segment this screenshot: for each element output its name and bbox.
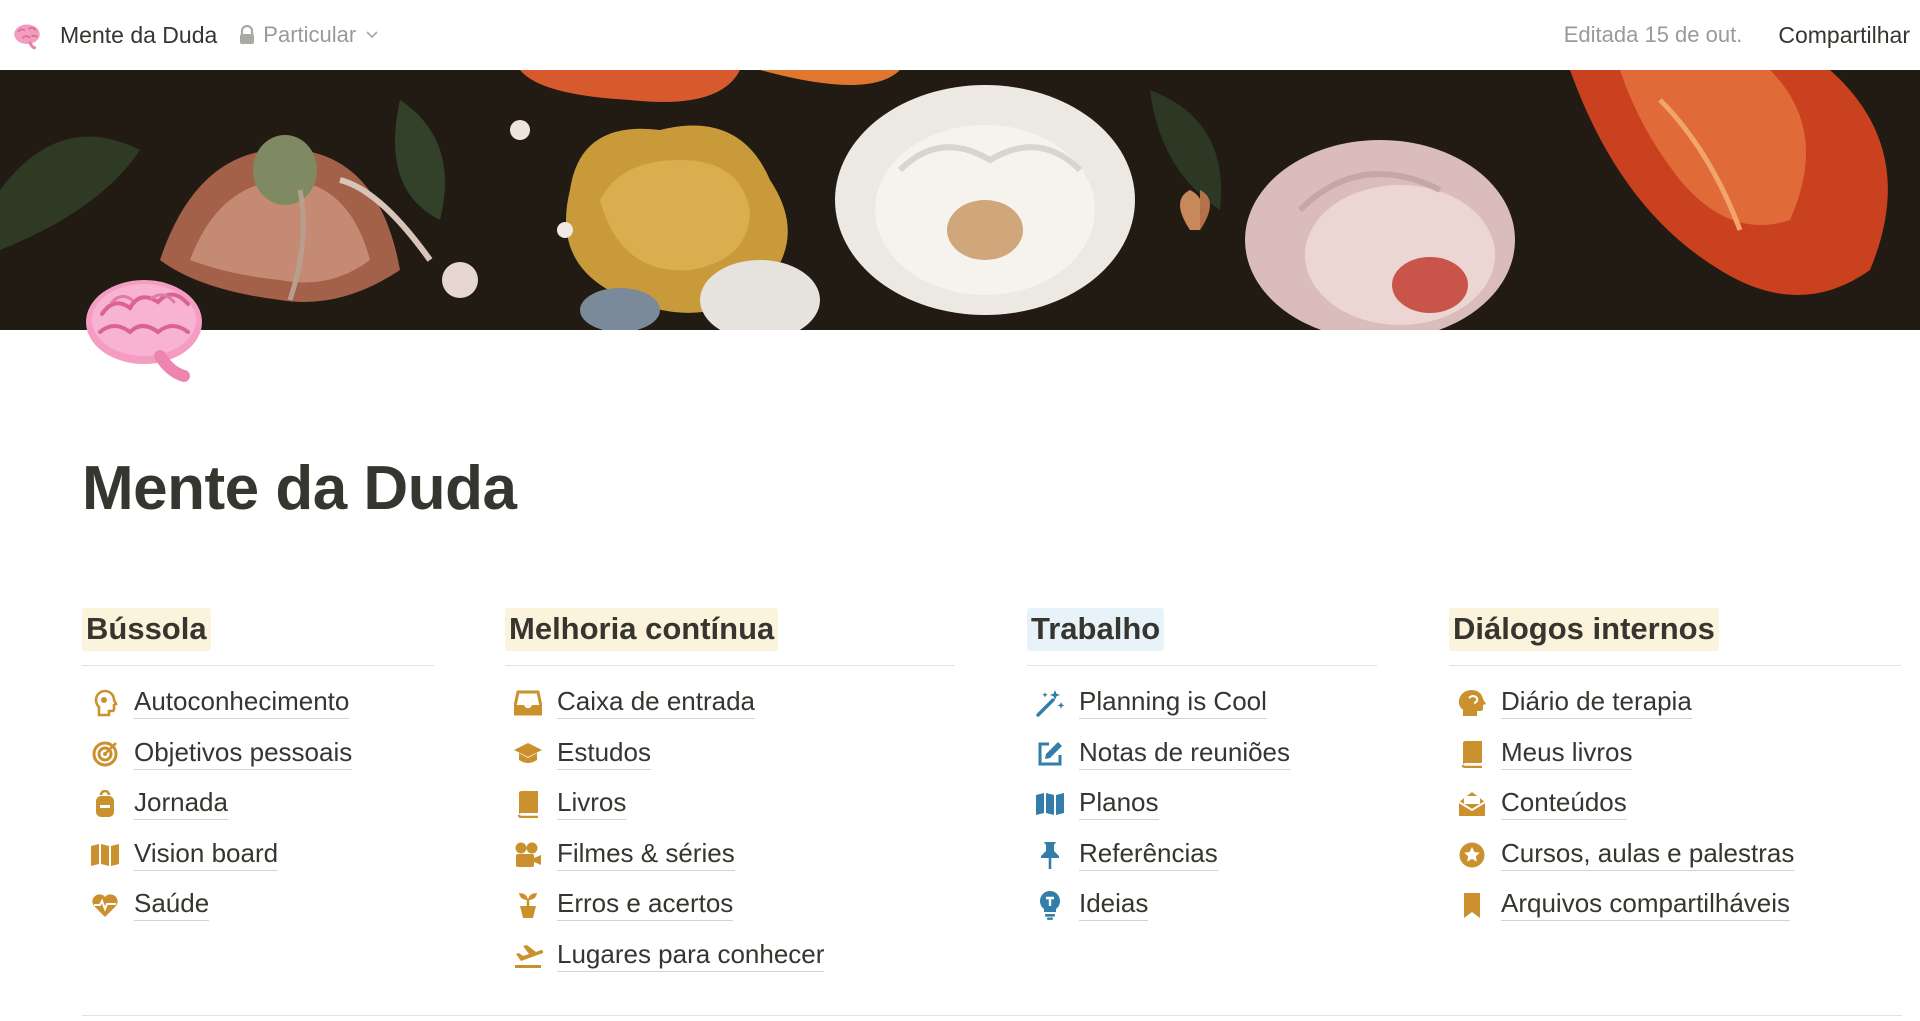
link-filmes-series[interactable]: Filmes & séries bbox=[505, 830, 955, 881]
divider bbox=[82, 664, 434, 666]
link-objetivos-pessoais[interactable]: Objetivos pessoais bbox=[82, 728, 434, 779]
page-brain-icon[interactable] bbox=[82, 272, 214, 384]
cover-image[interactable] bbox=[0, 70, 1920, 330]
link-label: Saúde bbox=[134, 889, 210, 922]
link-label: Estudos bbox=[557, 737, 651, 770]
link-vision-board[interactable]: Vision board bbox=[82, 830, 434, 881]
pin-icon bbox=[1035, 840, 1065, 870]
breadcrumb-page-title[interactable]: Mente da Duda bbox=[54, 18, 223, 53]
link-label: Arquivos compartilháveis bbox=[1501, 889, 1791, 922]
link-saude[interactable]: Saúde bbox=[82, 880, 434, 931]
link-label: Planning is Cool bbox=[1079, 686, 1267, 719]
lock-icon bbox=[240, 25, 255, 44]
column-bussola: Bússola Autoconhecimento Objetivos pesso… bbox=[82, 608, 434, 931]
link-label: Autoconhecimento bbox=[134, 686, 350, 719]
top-bar: Mente da Duda Particular Editada 15 de o… bbox=[0, 0, 1920, 70]
link-planos[interactable]: Planos bbox=[1027, 779, 1377, 830]
column-trabalho: Trabalho Planning is Cool Notas de reuni… bbox=[1027, 608, 1377, 931]
link-diario-de-terapia[interactable]: Diário de terapia bbox=[1449, 678, 1901, 729]
person-profile-icon bbox=[90, 688, 120, 718]
link-estudos[interactable]: Estudos bbox=[505, 728, 955, 779]
divider bbox=[505, 664, 955, 666]
airplane-icon bbox=[513, 941, 543, 971]
head-icon bbox=[1457, 688, 1487, 718]
chevron-down-icon bbox=[366, 31, 378, 39]
map-icon bbox=[1035, 789, 1065, 819]
link-label: Referências bbox=[1079, 838, 1218, 871]
link-label: Lugares para conhecer bbox=[557, 939, 825, 972]
link-jornada[interactable]: Jornada bbox=[82, 779, 434, 830]
link-label: Meus livros bbox=[1501, 737, 1633, 770]
last-edited-text: Editada 15 de out. bbox=[1563, 22, 1743, 47]
link-label: Diário de terapia bbox=[1501, 686, 1692, 719]
heart-rate-icon bbox=[90, 890, 120, 920]
link-label: Erros e acertos bbox=[557, 889, 734, 922]
book-icon bbox=[1457, 739, 1487, 769]
column-heading[interactable]: Diálogos internos bbox=[1449, 608, 1719, 651]
star-badge-icon bbox=[1457, 840, 1487, 870]
link-erros-e-acertos[interactable]: Erros e acertos bbox=[505, 880, 955, 931]
graduation-cap-icon bbox=[513, 739, 543, 769]
divider bbox=[1449, 664, 1901, 666]
bookmark-icon bbox=[1457, 890, 1487, 920]
floral-painting-cover bbox=[0, 70, 1920, 330]
link-cursos-aulas-palestras[interactable]: Cursos, aulas e palestras bbox=[1449, 830, 1901, 881]
divider bbox=[82, 1015, 1902, 1016]
link-conteudos[interactable]: Conteúdos bbox=[1449, 779, 1901, 830]
link-lugares-para-conhecer[interactable]: Lugares para conhecer bbox=[505, 931, 955, 982]
column-heading[interactable]: Trabalho bbox=[1027, 608, 1165, 651]
link-caixa-de-entrada[interactable]: Caixa de entrada bbox=[505, 678, 955, 729]
divider bbox=[1027, 664, 1377, 666]
link-label: Conteúdos bbox=[1501, 787, 1627, 821]
inbox-icon bbox=[513, 688, 543, 718]
breadcrumb: Mente da Duda Particular bbox=[12, 0, 386, 70]
link-arquivos-compartilhaveis[interactable]: Arquivos compartilháveis bbox=[1449, 880, 1901, 931]
privacy-dropdown[interactable]: Particular bbox=[239, 22, 386, 48]
link-label: Filmes & séries bbox=[557, 838, 735, 871]
target-icon bbox=[90, 739, 120, 769]
link-notas-de-reunioes[interactable]: Notas de reuniões bbox=[1027, 728, 1377, 779]
privacy-label: Particular bbox=[263, 22, 357, 47]
column-heading[interactable]: Bússola bbox=[82, 608, 211, 651]
link-label: Cursos, aulas e palestras bbox=[1501, 838, 1795, 871]
column-heading[interactable]: Melhoria contínua bbox=[505, 608, 779, 651]
column-melhoria-continua: Melhoria contínua Caixa de entrada Estud… bbox=[505, 608, 955, 981]
backpack-icon bbox=[90, 789, 120, 819]
book-icon bbox=[513, 789, 543, 819]
link-ideias[interactable]: Ideias bbox=[1027, 880, 1377, 931]
link-referencias[interactable]: Referências bbox=[1027, 830, 1377, 881]
page-title[interactable]: Mente da Duda bbox=[82, 454, 517, 523]
column-dialogos-internos: Diálogos internos Diário de terapia Meus… bbox=[1449, 608, 1901, 931]
link-label: Ideias bbox=[1079, 889, 1149, 922]
link-label: Vision board bbox=[134, 838, 279, 871]
link-label: Livros bbox=[557, 787, 627, 821]
sprout-icon bbox=[513, 890, 543, 920]
lightbulb-icon bbox=[1035, 890, 1065, 921]
map-icon bbox=[90, 840, 120, 870]
edit-icon bbox=[1035, 739, 1065, 769]
link-label: Jornada bbox=[134, 787, 228, 821]
film-camera-icon bbox=[513, 840, 543, 870]
link-planning-is-cool[interactable]: Planning is Cool bbox=[1027, 678, 1377, 729]
link-meus-livros[interactable]: Meus livros bbox=[1449, 728, 1901, 779]
magic-wand-icon bbox=[1035, 688, 1065, 718]
link-label: Planos bbox=[1079, 787, 1159, 821]
share-button[interactable]: Compartilhar bbox=[1778, 22, 1910, 49]
link-label: Caixa de entrada bbox=[557, 686, 756, 719]
link-livros[interactable]: Livros bbox=[505, 779, 955, 830]
link-autoconhecimento[interactable]: Autoconhecimento bbox=[82, 678, 434, 729]
link-label: Notas de reuniões bbox=[1079, 737, 1291, 770]
brain-icon bbox=[14, 24, 40, 50]
open-envelope-icon bbox=[1457, 789, 1487, 819]
link-label: Objetivos pessoais bbox=[134, 737, 353, 770]
